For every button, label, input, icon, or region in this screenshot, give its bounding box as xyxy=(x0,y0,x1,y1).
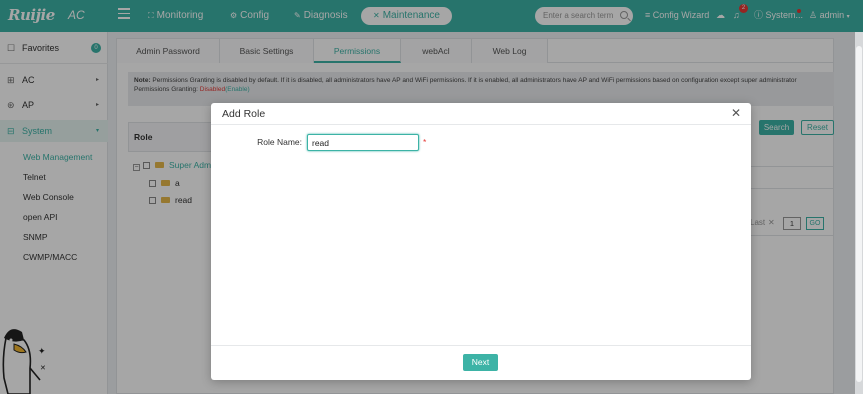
dialog-title: Add Role xyxy=(222,108,266,120)
role-name-input[interactable] xyxy=(307,134,419,151)
close-icon[interactable]: ✕ xyxy=(729,106,743,120)
dialog-footer-divider xyxy=(211,345,751,346)
required-mark: * xyxy=(423,137,427,147)
dialog-header: Add Role ✕ xyxy=(211,103,751,125)
role-name-label: Role Name: xyxy=(257,137,302,147)
next-button[interactable]: Next xyxy=(463,354,498,371)
page-scrollbar[interactable] xyxy=(855,32,863,394)
scrollbar-thumb[interactable] xyxy=(856,46,862,382)
add-role-dialog: Add Role ✕ Role Name: * Next xyxy=(211,103,751,380)
